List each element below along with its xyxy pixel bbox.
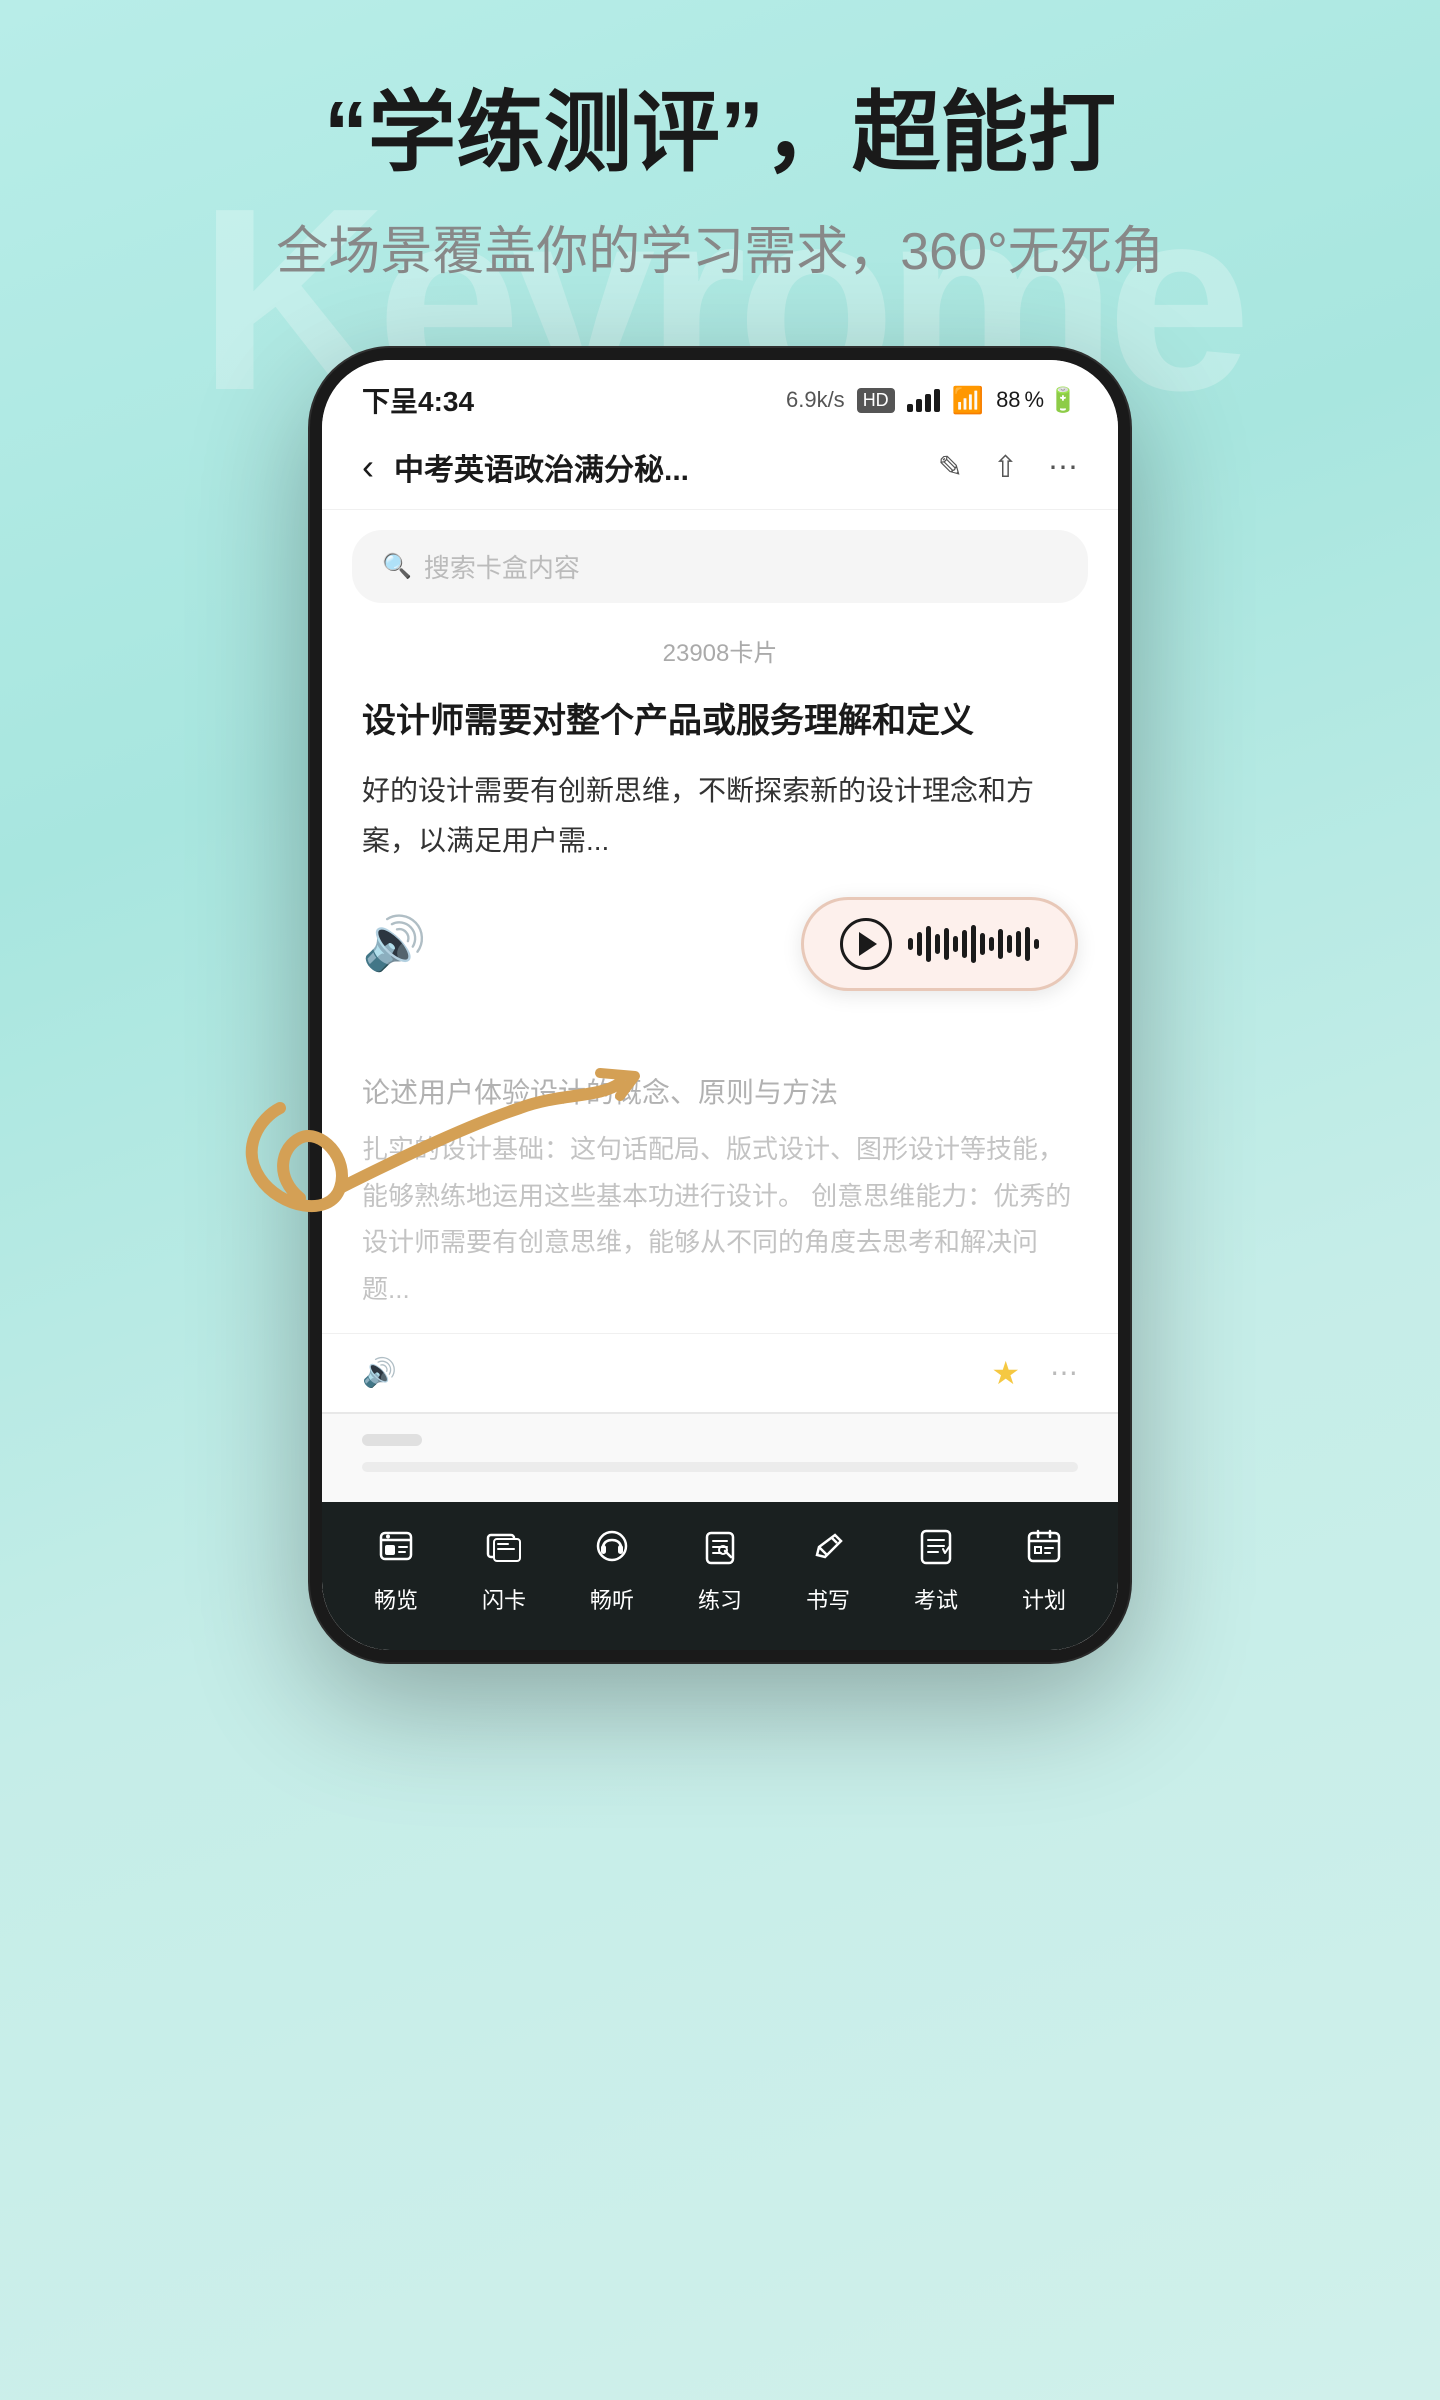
nav-title: 中考英语政治满分秘... — [394, 445, 938, 489]
audio-row: 🔊 — [362, 897, 1078, 991]
search-placeholder: 搜索卡盒内容 — [424, 548, 580, 585]
next-card-preview — [322, 1412, 1118, 1502]
card-footer: 🔊 ★ ⋯ — [322, 1333, 1118, 1412]
browse-label: 畅览 — [374, 1583, 418, 1615]
play-button[interactable] — [840, 918, 892, 970]
card-text: 好的设计需要有创新思维，不断探索新的设计理念和方案，以满足用户需... — [362, 766, 1078, 867]
footer-sound-icon[interactable]: 🔊 — [362, 1356, 397, 1389]
hd-badge: HD — [857, 388, 895, 413]
card-title: 设计师需要对整个产品或服务理解和定义 — [362, 698, 1078, 746]
status-time: 下呈4:34 — [362, 380, 474, 420]
practice-label: 练习 — [698, 1583, 742, 1615]
wave-bar — [1007, 935, 1012, 953]
wave-bar — [917, 932, 922, 956]
wave-bar — [1034, 939, 1039, 949]
signal-bar-2 — [916, 399, 922, 412]
preview-line-2 — [362, 1462, 1078, 1472]
speaker-icon[interactable]: 🔊 — [362, 913, 427, 974]
flashcard-icon — [485, 1527, 523, 1575]
network-speed: 6.9k/s — [786, 387, 845, 413]
wave-bar — [980, 933, 985, 955]
audio-player-pill[interactable] — [801, 897, 1078, 991]
write-label: 书写 — [806, 1583, 850, 1615]
browse-icon — [377, 1527, 415, 1575]
battery-icon: 🔋 — [1048, 386, 1078, 415]
share-icon[interactable]: ⇧ — [993, 450, 1018, 485]
nav-item-plan[interactable]: 计划 — [1022, 1527, 1066, 1615]
main-card: 设计师需要对整个产品或服务理解和定义 好的设计需要有创新思维，不断探索新的设计理… — [322, 688, 1118, 1050]
signal-bar-3 — [925, 394, 931, 412]
wave-bar — [953, 936, 958, 952]
nav-item-browse[interactable]: 畅览 — [374, 1527, 418, 1615]
header-section: “学练测评”，超能打 全场景覆盖你的学习需求，360°无死角 — [0, 0, 1440, 348]
signal-bar-4 — [934, 389, 940, 412]
practice-icon — [701, 1527, 739, 1575]
plan-label: 计划 — [1022, 1583, 1066, 1615]
signal-bars — [907, 388, 940, 412]
main-title: “学练测评”，超能打 — [60, 80, 1380, 186]
back-button[interactable]: ‹ — [362, 446, 374, 488]
star-icon[interactable]: ★ — [991, 1354, 1020, 1392]
bottom-nav: 畅览 闪卡 — [322, 1502, 1118, 1650]
search-icon: 🔍 — [382, 552, 412, 581]
search-bar[interactable]: 🔍 搜索卡盒内容 — [352, 530, 1088, 603]
listen-label: 畅听 — [590, 1583, 634, 1615]
wifi-icon: 📶 — [952, 385, 984, 416]
secondary-card-title: 论述用户体验设计的概念、原则与方法 — [362, 1071, 1078, 1111]
preview-line-1 — [362, 1434, 422, 1446]
wave-bar — [926, 926, 931, 962]
wave-bar — [971, 925, 976, 963]
write-icon — [809, 1527, 847, 1575]
wave-bar — [1025, 927, 1030, 961]
nav-item-write[interactable]: 书写 — [806, 1527, 850, 1615]
footer-actions: ★ ⋯ — [991, 1354, 1078, 1392]
wave-bar — [962, 930, 967, 958]
battery-status: 88% 🔋 — [996, 386, 1078, 415]
status-bar: 下呈4:34 6.9k/s HD 📶 88% 🔋 — [322, 360, 1118, 430]
phone-container: 下呈4:34 6.9k/s HD 📶 88% 🔋 — [0, 348, 1440, 1662]
plan-icon — [1025, 1527, 1063, 1575]
play-triangle-icon — [859, 932, 877, 956]
nav-item-practice[interactable]: 练习 — [698, 1527, 742, 1615]
exam-icon — [917, 1527, 955, 1575]
secondary-card-text: 扎实的设计基础：这句话配局、版式设计、图形设计等技能，能够熟练地运用这些基本功进… — [362, 1126, 1078, 1313]
edit-icon[interactable]: ✎ — [938, 450, 963, 485]
wave-bar — [989, 937, 994, 951]
page-wrapper: Keyrome “学练测评”，超能打 全场景覆盖你的学习需求，360°无死角 下… — [0, 0, 1440, 2400]
cards-count: 23908卡片 — [322, 623, 1118, 688]
status-right: 6.9k/s HD 📶 88% 🔋 — [786, 385, 1078, 416]
listen-icon — [593, 1527, 631, 1575]
nav-item-exam[interactable]: 考试 — [914, 1527, 958, 1615]
signal-bar-1 — [907, 404, 913, 412]
more-icon[interactable]: ⋯ — [1048, 450, 1078, 485]
footer-more-icon[interactable]: ⋯ — [1050, 1356, 1078, 1389]
nav-item-listen[interactable]: 畅听 — [590, 1527, 634, 1615]
wave-bar — [944, 928, 949, 960]
nav-item-flashcard[interactable]: 闪卡 — [482, 1527, 526, 1615]
wave-bar — [998, 929, 1003, 959]
phone-mockup: 下呈4:34 6.9k/s HD 📶 88% 🔋 — [310, 348, 1130, 1662]
wave-bar — [935, 934, 940, 954]
wave-bar — [1016, 931, 1021, 957]
waveform — [908, 924, 1039, 964]
secondary-card: 论述用户体验设计的概念、原则与方法 扎实的设计基础：这句话配局、版式设计、图形设… — [322, 1051, 1118, 1333]
flashcard-label: 闪卡 — [482, 1583, 526, 1615]
nav-bar: ‹ 中考英语政治满分秘... ✎ ⇧ ⋯ — [322, 430, 1118, 510]
nav-icons: ✎ ⇧ ⋯ — [938, 450, 1078, 485]
battery-percent: 88 — [996, 387, 1020, 413]
sub-title: 全场景覆盖你的学习需求，360°无死角 — [60, 216, 1380, 289]
exam-label: 考试 — [914, 1583, 958, 1615]
wave-bar — [908, 938, 913, 950]
